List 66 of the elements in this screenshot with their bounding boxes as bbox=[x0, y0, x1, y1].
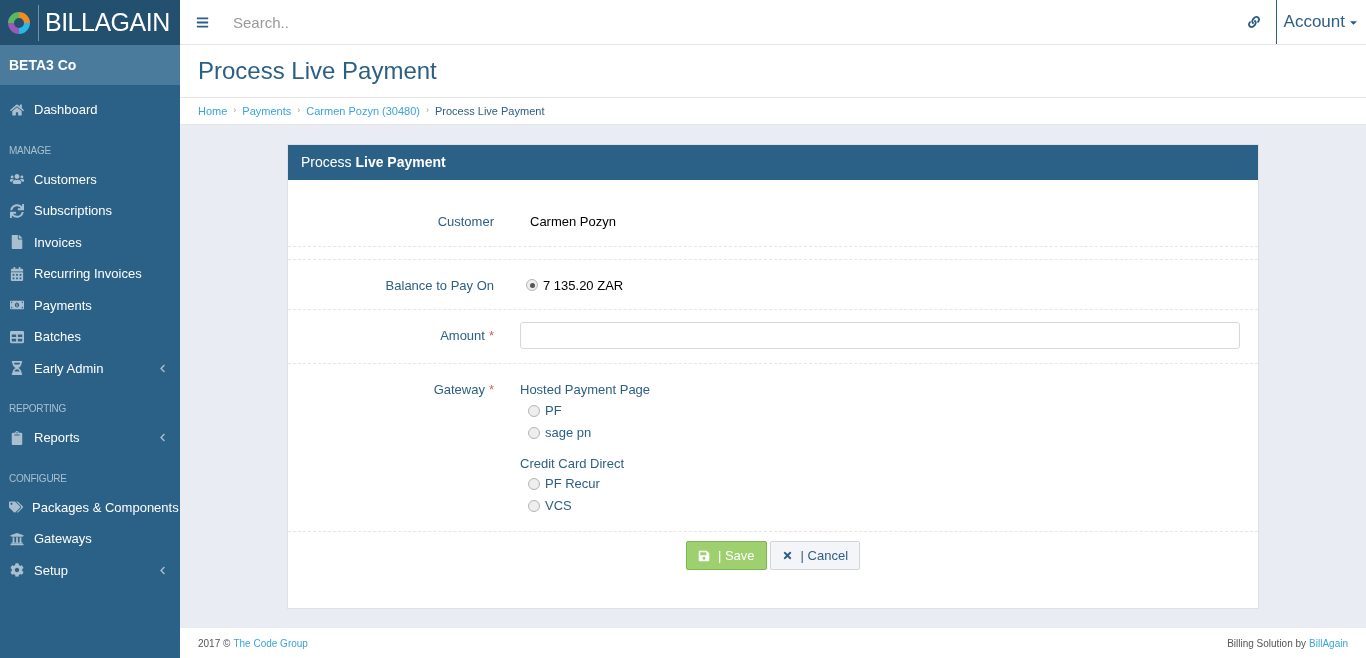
sidebar-item[interactable]: Reports bbox=[0, 422, 180, 454]
sync-icon bbox=[10, 203, 24, 218]
link-button[interactable] bbox=[1231, 0, 1276, 44]
clipboard-icon bbox=[10, 430, 24, 445]
panel-title: Process Live Payment bbox=[301, 153, 446, 172]
sidebar-item[interactable]: Subscriptions bbox=[0, 195, 180, 227]
field-label: Gateway bbox=[433, 381, 485, 399]
users-icon bbox=[10, 172, 24, 187]
sidebar-item[interactable]: Early Admin bbox=[0, 352, 180, 384]
brand-logo: BILLAGAIN bbox=[45, 10, 170, 35]
bank-icon bbox=[10, 531, 24, 546]
option-group-heading: Credit Card Direct bbox=[520, 454, 626, 473]
table-icon bbox=[10, 329, 24, 344]
customer-name: Carmen Pozyn bbox=[529, 213, 616, 231]
settings-icon bbox=[10, 563, 24, 578]
radio-label: PF Recur bbox=[545, 475, 600, 494]
section-heading: REPORTING bbox=[8, 402, 68, 416]
company-name: BETA3 Co bbox=[0, 45, 180, 85]
breadcrumb-separator: › bbox=[233, 104, 237, 118]
cancel-button[interactable]: | Cancel bbox=[769, 541, 861, 570]
breadcrumb-separator: › bbox=[297, 104, 301, 118]
field-label: Customer bbox=[437, 213, 494, 231]
copyright-text: 2017 © bbox=[198, 636, 231, 651]
radio-button[interactable] bbox=[528, 500, 540, 512]
menu-icon bbox=[196, 15, 209, 29]
close-icon bbox=[781, 550, 793, 561]
radio-button[interactable] bbox=[528, 478, 540, 490]
sidebar-item[interactable]: Payments bbox=[0, 289, 180, 321]
sidebar-item[interactable]: Invoices bbox=[0, 226, 180, 258]
sidebar-item[interactable]: Setup bbox=[0, 554, 180, 586]
radio-button[interactable] bbox=[526, 279, 538, 292]
save-icon bbox=[697, 549, 710, 562]
link-icon bbox=[1247, 16, 1260, 28]
sidebar-item[interactable]: Gateways bbox=[0, 523, 180, 555]
section-heading: CONFIGURE bbox=[8, 471, 68, 486]
required-marker: * bbox=[488, 381, 494, 399]
required-marker: * bbox=[488, 327, 494, 345]
option-group-heading: Hosted Payment Page bbox=[520, 381, 652, 399]
home-icon bbox=[10, 102, 24, 117]
tags-icon bbox=[9, 500, 23, 515]
radio-button[interactable] bbox=[528, 404, 540, 417]
radio-label: PF bbox=[545, 401, 562, 420]
field-label: Amount bbox=[440, 327, 485, 345]
radio-label: VCS bbox=[545, 497, 572, 516]
hourglass-icon bbox=[10, 361, 24, 376]
breadcrumb-current: Process Live Payment bbox=[435, 103, 545, 119]
amount-field[interactable] bbox=[520, 322, 1240, 349]
menu-button[interactable] bbox=[180, 0, 225, 44]
file-icon bbox=[10, 235, 24, 250]
radio-label: 7 135.20 ZAR bbox=[543, 276, 624, 295]
page-title: Process Live Payment bbox=[198, 56, 437, 86]
sidebar-item[interactable]: Customers bbox=[0, 163, 180, 195]
sidebar-item[interactable]: Dashboard bbox=[0, 94, 180, 126]
section-heading: MANAGE bbox=[8, 143, 52, 158]
radio-label: sage pn bbox=[545, 423, 592, 442]
sidebar-item[interactable]: Recurring Invoices bbox=[0, 258, 180, 290]
field-label: Balance to Pay On bbox=[385, 276, 494, 295]
search-field[interactable]: Search.. bbox=[225, 0, 1232, 44]
credit-text: Billing Solution by bbox=[1227, 636, 1307, 651]
logo-ring-icon bbox=[6, 9, 32, 36]
breadcrumb-separator: › bbox=[426, 104, 429, 118]
radio-button[interactable] bbox=[528, 426, 540, 439]
sidebar-item[interactable]: Packages & Components bbox=[0, 491, 180, 523]
account-menu[interactable]: Account bbox=[1275, 0, 1366, 44]
calendar-icon bbox=[10, 266, 24, 281]
sidebar-item[interactable]: Batches bbox=[0, 321, 180, 353]
